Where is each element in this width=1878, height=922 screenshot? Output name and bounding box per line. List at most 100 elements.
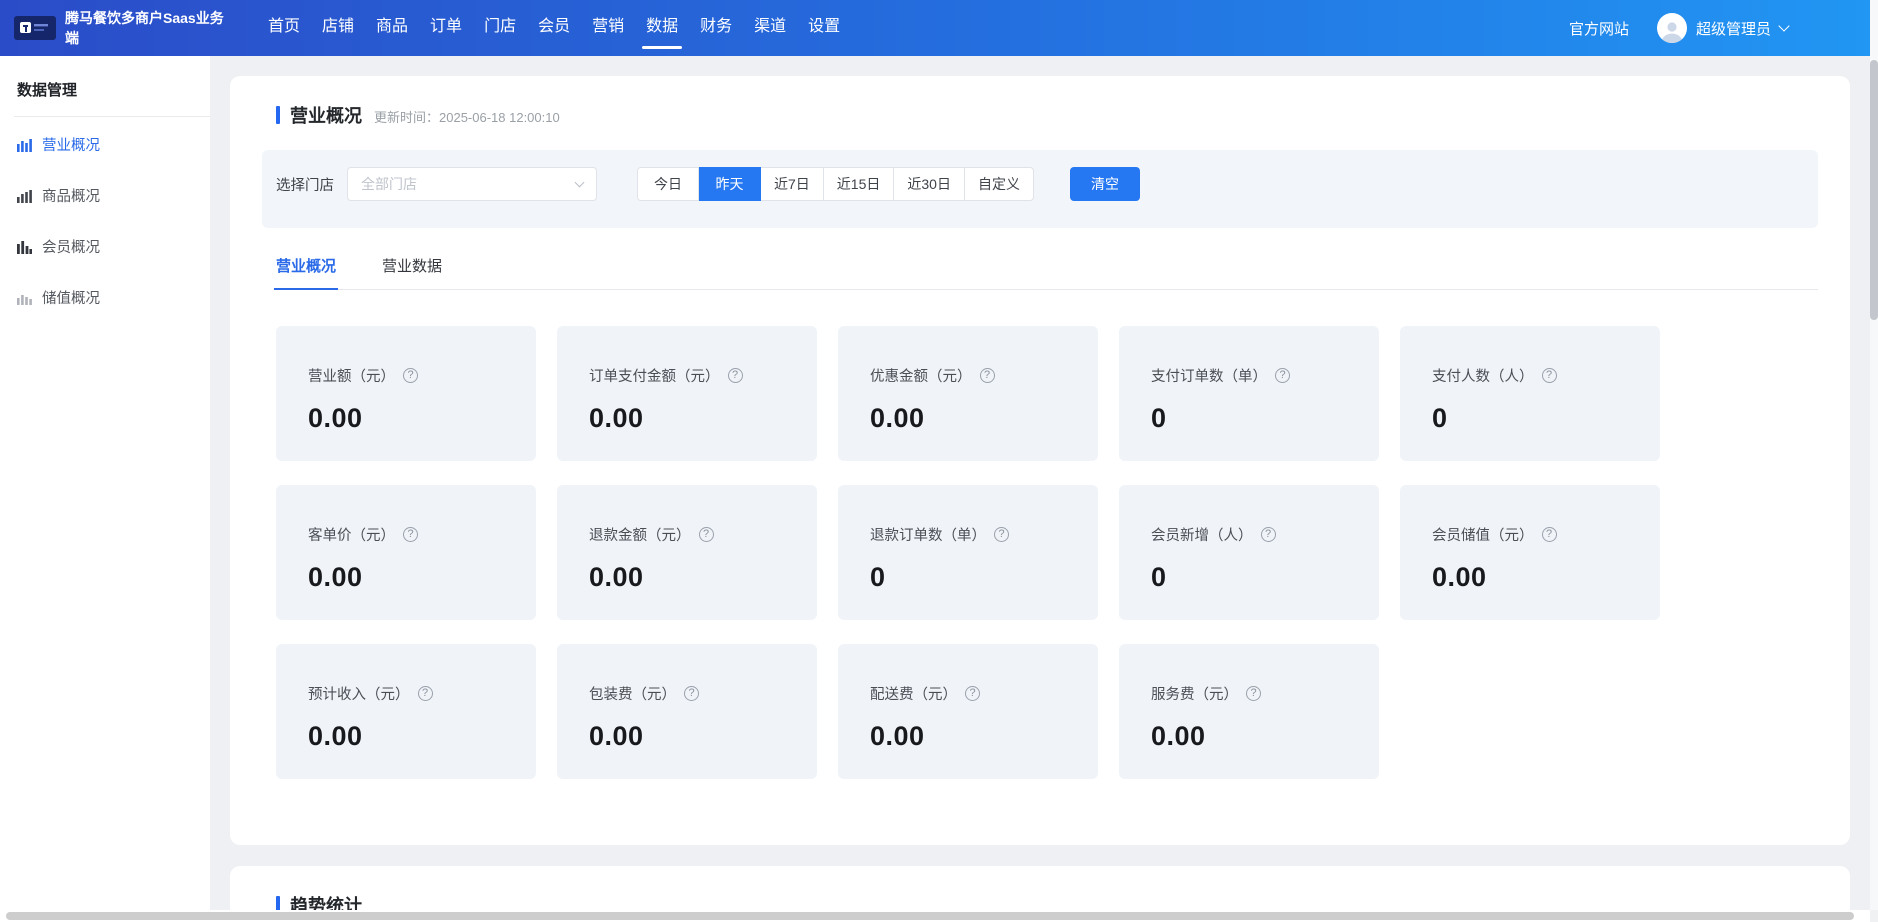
sidebar-item-label: 会员概况 — [42, 236, 100, 257]
stat-card-discount-amount: 优惠金额（元） 0.00 — [838, 326, 1098, 461]
range-button-today[interactable]: 今日 — [637, 167, 699, 201]
horizontal-scrollbar-thumb[interactable] — [6, 912, 1854, 920]
stat-label: 优惠金额（元） — [870, 365, 972, 386]
help-icon[interactable] — [1275, 368, 1290, 383]
sidebar-title: 数据管理 — [0, 56, 210, 116]
stat-label: 包装费（元） — [589, 683, 676, 704]
bar-chart-icon — [17, 240, 32, 254]
stat-value: 0.00 — [308, 721, 522, 752]
sidebar-item-member-overview[interactable]: 会员概况 — [0, 223, 210, 270]
stat-label: 服务费（元） — [1151, 683, 1238, 704]
store-select[interactable]: 全部门店 — [347, 167, 597, 201]
top-header: 腾马餐饮多商户Saas业务端 首页 店铺 商品 订单 门店 会员 营销 数据 财… — [0, 0, 1870, 56]
stat-label: 预计收入（元） — [308, 683, 410, 704]
help-icon[interactable] — [403, 368, 418, 383]
store-select-placeholder: 全部门店 — [361, 174, 417, 194]
nav-item-orders[interactable]: 订单 — [419, 0, 473, 56]
stat-label: 订单支付金额（元） — [589, 365, 720, 386]
sidebar-item-business-overview[interactable]: 营业概况 — [0, 121, 210, 168]
tab-business-overview[interactable]: 营业概况 — [276, 255, 336, 289]
help-icon[interactable] — [684, 686, 699, 701]
stat-card-refund-amount: 退款金额（元） 0.00 — [557, 485, 817, 620]
stat-card-refund-orders: 退款订单数（单） 0 — [838, 485, 1098, 620]
stat-card-paid-orders: 支付订单数（单） 0 — [1119, 326, 1379, 461]
date-range-group: 今日 昨天 近7日 近15日 近30日 自定义 — [637, 167, 1034, 201]
store-select-label: 选择门店 — [276, 174, 334, 195]
app-title: 腾马餐饮多商户Saas业务端 — [65, 8, 235, 49]
bar-chart-icon — [17, 138, 32, 152]
stat-label: 配送费（元） — [870, 683, 957, 704]
stat-card-paying-users: 支付人数（人） 0 — [1400, 326, 1660, 461]
section-header: 趋势统计 — [230, 866, 1850, 916]
nav-item-finance[interactable]: 财务 — [689, 0, 743, 56]
help-icon[interactable] — [994, 527, 1009, 542]
section-header: 营业概况 更新时间：2025-06-18 12:00:10 — [230, 76, 1850, 128]
help-icon[interactable] — [1542, 527, 1557, 542]
stat-label: 客单价（元） — [308, 524, 395, 545]
stat-label: 支付人数（人） — [1432, 365, 1534, 386]
official-site-link[interactable]: 官方网站 — [1569, 18, 1629, 39]
help-icon[interactable] — [1246, 686, 1261, 701]
stat-value: 0 — [870, 562, 1084, 593]
help-icon[interactable] — [1261, 527, 1276, 542]
sidebar-item-stored-value-overview[interactable]: 储值概况 — [0, 274, 210, 321]
nav-item-marketing[interactable]: 营销 — [581, 0, 635, 56]
help-icon[interactable] — [403, 527, 418, 542]
stat-value: 0.00 — [870, 721, 1084, 752]
sidebar-item-label: 营业概况 — [42, 134, 100, 155]
tab-business-data[interactable]: 营业数据 — [382, 255, 442, 289]
stat-value: 0.00 — [589, 403, 803, 434]
nav-item-stores[interactable]: 门店 — [473, 0, 527, 56]
filter-bar: 选择门店 全部门店 今日 昨天 近7日 近15日 近30日 自定义 清空 — [262, 150, 1818, 228]
help-icon[interactable] — [418, 686, 433, 701]
update-time: 更新时间：2025-06-18 12:00:10 — [374, 104, 560, 126]
user-menu[interactable]: 超级管理员 — [1657, 13, 1788, 43]
sidebar-item-label: 储值概况 — [42, 287, 100, 308]
nav-item-home[interactable]: 首页 — [257, 0, 311, 56]
sidebar-divider — [14, 116, 210, 117]
stat-card-new-members: 会员新增（人） 0 — [1119, 485, 1379, 620]
stat-card-avg-order-value: 客单价（元） 0.00 — [276, 485, 536, 620]
nav-item-goods[interactable]: 商品 — [365, 0, 419, 56]
stats-grid: 营业额（元） 0.00 订单支付金额（元） 0.00 优惠金额（元） 0.00 … — [276, 326, 1804, 779]
range-button-7days[interactable]: 近7日 — [761, 167, 824, 201]
app-logo-icon — [14, 16, 56, 40]
range-button-yesterday[interactable]: 昨天 — [699, 167, 761, 201]
business-overview-panel: 营业概况 更新时间：2025-06-18 12:00:10 选择门店 全部门店 … — [230, 76, 1850, 845]
overview-tabs: 营业概况 营业数据 — [276, 255, 1818, 290]
stat-card-packaging-fee: 包装费（元） 0.00 — [557, 644, 817, 779]
stat-value: 0 — [1151, 403, 1365, 434]
vertical-scrollbar-thumb[interactable] — [1870, 60, 1878, 320]
help-icon[interactable] — [1542, 368, 1557, 383]
help-icon[interactable] — [699, 527, 714, 542]
chevron-down-icon — [575, 178, 585, 188]
stat-label: 退款金额（元） — [589, 524, 691, 545]
range-button-custom[interactable]: 自定义 — [965, 167, 1034, 201]
stat-label: 营业额（元） — [308, 365, 395, 386]
horizontal-scrollbar — [0, 910, 1870, 922]
help-icon[interactable] — [728, 368, 743, 383]
nav-item-channels[interactable]: 渠道 — [743, 0, 797, 56]
help-icon[interactable] — [980, 368, 995, 383]
stat-value: 0.00 — [1151, 721, 1365, 752]
range-button-15days[interactable]: 近15日 — [824, 167, 895, 201]
range-button-30days[interactable]: 近30日 — [894, 167, 965, 201]
sidebar-item-label: 商品概况 — [42, 185, 100, 206]
stat-value: 0.00 — [308, 562, 522, 593]
nav-item-settings[interactable]: 设置 — [797, 0, 851, 56]
stat-label: 会员储值（元） — [1432, 524, 1534, 545]
page-title: 营业概况 — [290, 102, 362, 128]
username: 超级管理员 — [1696, 18, 1771, 39]
sidebar-item-goods-overview[interactable]: 商品概况 — [0, 172, 210, 219]
nav-item-shop[interactable]: 店铺 — [311, 0, 365, 56]
stat-card-expected-income: 预计收入（元） 0.00 — [276, 644, 536, 779]
nav-item-members[interactable]: 会员 — [527, 0, 581, 56]
nav-item-data[interactable]: 数据 — [635, 0, 689, 56]
title-accent-bar — [276, 106, 280, 124]
stat-value: 0.00 — [870, 403, 1084, 434]
clear-button[interactable]: 清空 — [1070, 167, 1140, 201]
help-icon[interactable] — [965, 686, 980, 701]
vertical-scrollbar — [1870, 0, 1878, 910]
sidebar: 数据管理 营业概况 商品概况 会员概况 储值概况 — [0, 56, 210, 910]
stat-card-revenue: 营业额（元） 0.00 — [276, 326, 536, 461]
